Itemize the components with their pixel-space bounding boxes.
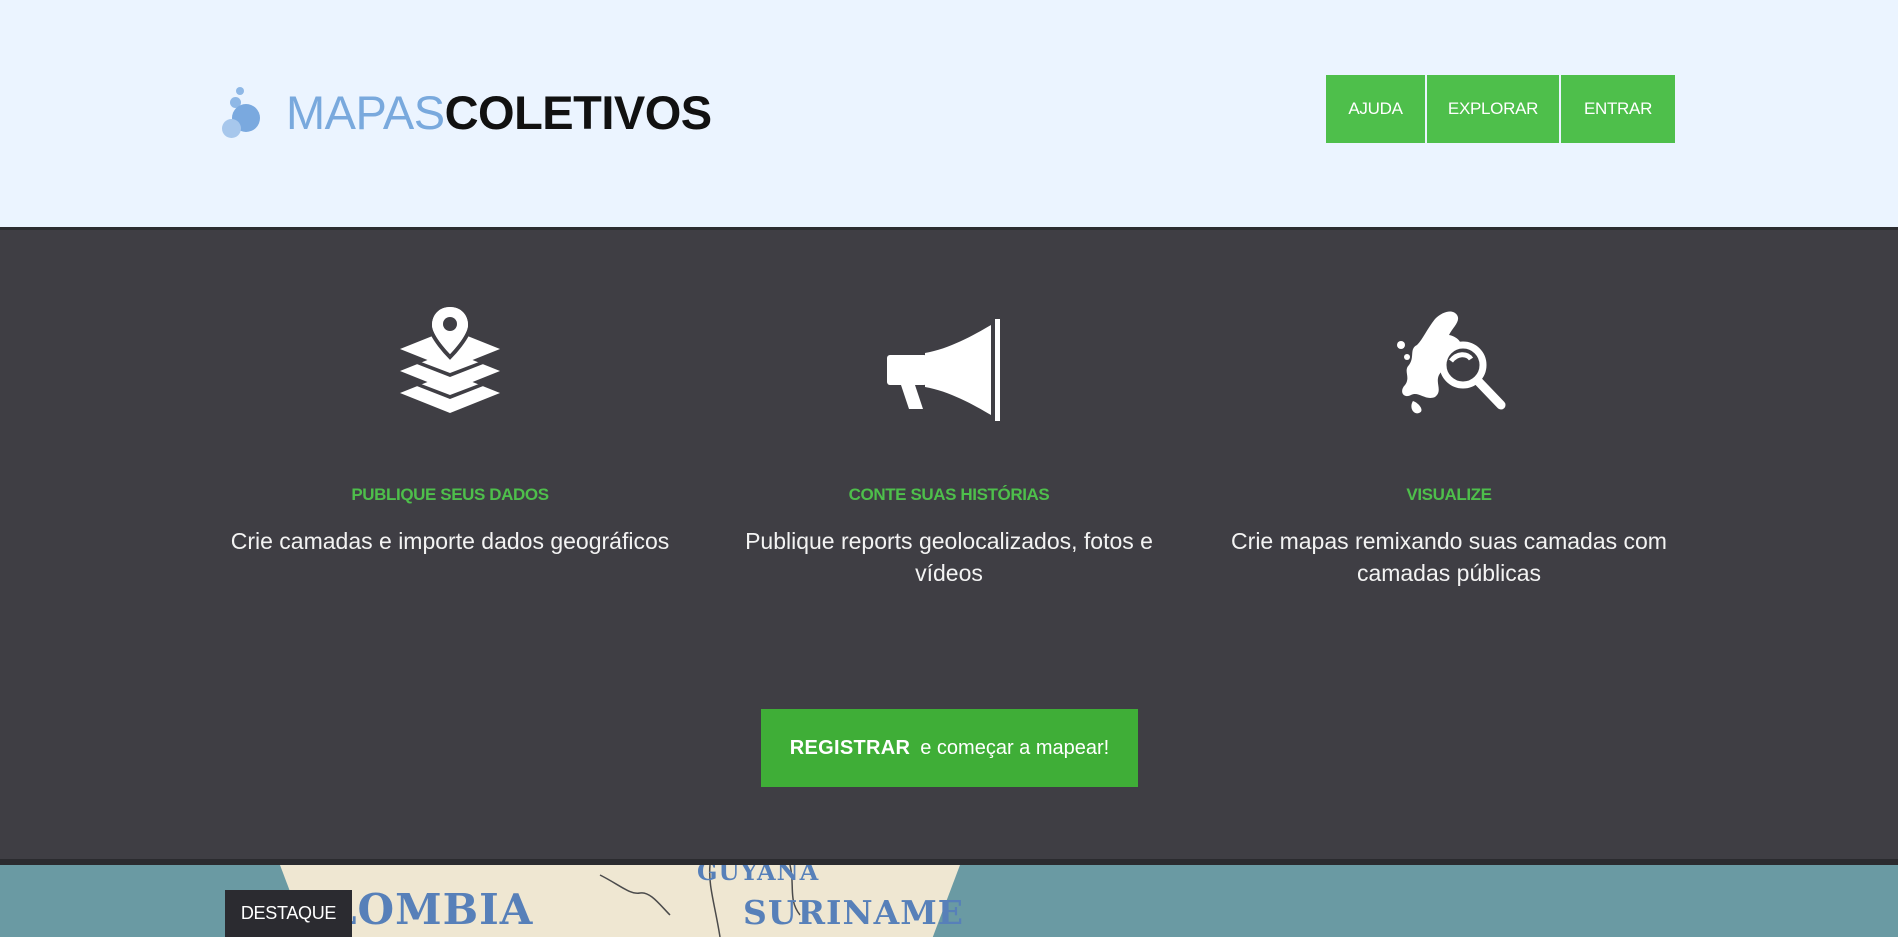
feature-visualize: VISUALIZE Crie mapas remixando suas cama… <box>1219 305 1679 589</box>
map-magnifier-icon <box>1397 311 1506 414</box>
feature-desc: Publique reports geolocalizados, fotos e… <box>745 528 1153 586</box>
feature-title: PUBLIQUE SEUS DADOS <box>351 485 549 504</box>
login-button[interactable]: ENTRAR <box>1561 75 1675 143</box>
logo-text-bold: COLETIVOS <box>444 86 713 139</box>
register-button-text: e começar a mapear! <box>920 736 1110 759</box>
logo-text: MAPASCOLETIVOS <box>286 89 712 136</box>
help-button[interactable]: AJUDA <box>1326 75 1427 143</box>
register-button-bold: REGISTRAR <box>789 736 911 759</box>
logo-text-light: MAPAS <box>286 86 445 139</box>
top-nav: AJUDA EXPLORAR ENTRAR <box>1326 75 1675 143</box>
feature-stories: CONTE SUAS HISTÓRIAS Publique reports ge… <box>719 305 1179 589</box>
feature-publish: PUBLIQUE SEUS DADOS Crie camadas e impor… <box>220 305 680 557</box>
bubbles-logo-icon <box>222 85 264 140</box>
map-label-suriname: SURINAME <box>743 893 964 932</box>
feature-desc: Crie mapas remixando suas camadas com ca… <box>1231 528 1667 586</box>
feature-desc: Crie camadas e importe dados geográficos <box>230 528 670 554</box>
megaphone-icon <box>887 319 1000 421</box>
featured-badge[interactable]: DESTAQUE <box>225 890 352 937</box>
feature-title: VISUALIZE <box>1406 485 1492 504</box>
site-header: MAPASCOLETIVOS AJUDA EXPLORAR ENTRAR <box>0 0 1898 227</box>
layers-pin-icon <box>400 305 500 413</box>
features-section: PUBLIQUE SEUS DADOS Crie camadas e impor… <box>0 227 1898 865</box>
register-button[interactable]: REGISTRAR e começar a mapear! <box>761 709 1138 787</box>
logo[interactable]: MAPASCOLETIVOS <box>222 85 712 140</box>
map-label-guyana: GUYANA <box>697 865 820 886</box>
feature-title: CONTE SUAS HISTÓRIAS <box>848 485 1050 504</box>
explore-button[interactable]: EXPLORAR <box>1427 75 1561 143</box>
